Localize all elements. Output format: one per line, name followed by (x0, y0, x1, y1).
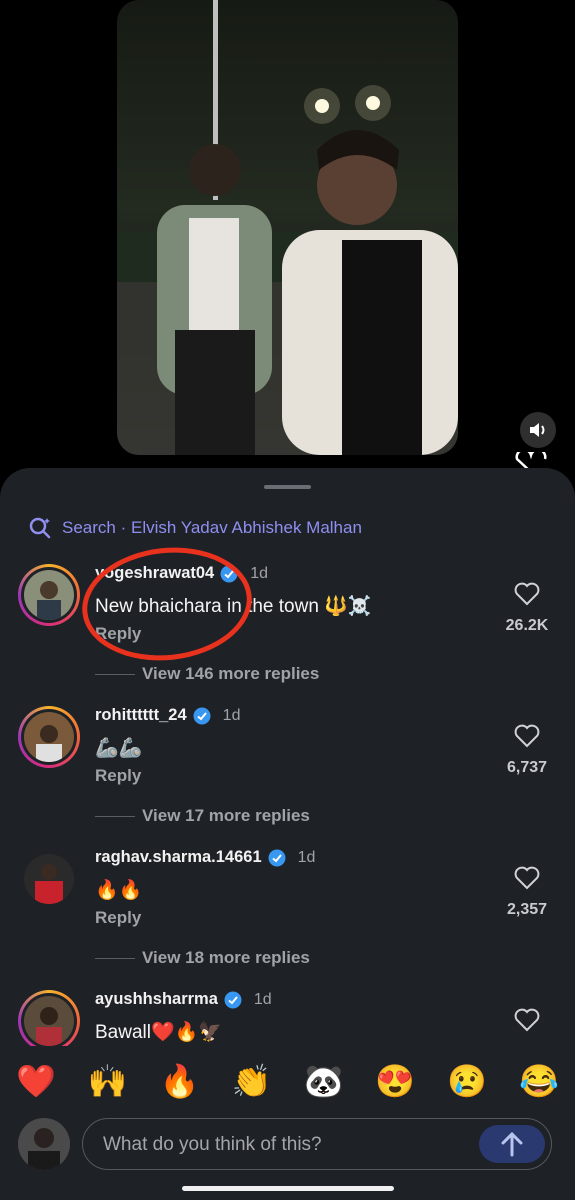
reel-video[interactable] (117, 0, 458, 455)
view-more-replies[interactable]: View 17 more replies (0, 804, 575, 828)
emoji-panda[interactable]: 🐼 (298, 1062, 348, 1100)
comment-time: 1d (297, 848, 316, 866)
verified-badge-icon (193, 707, 211, 724)
comment-input-placeholder: What do you think of this? (103, 1134, 322, 1155)
like-count: 26.2K (505, 617, 549, 634)
emoji-crying[interactable]: 😢 (442, 1062, 492, 1100)
quick-emoji-bar: ❤️ 🙌 🔥 👏 🐼 😍 😢 😂 (0, 1056, 575, 1106)
comment-like[interactable]: 6,737 (497, 724, 557, 777)
like-count: 2,357 (506, 901, 548, 918)
search-prefix: Search (62, 518, 116, 537)
comment-username[interactable]: raghav.sharma.14661 (95, 848, 262, 867)
heart-icon[interactable] (514, 866, 540, 890)
comment-composer: What do you think of this? (0, 1112, 575, 1176)
reply-button[interactable]: Reply (95, 908, 141, 928)
comment-time: 1d (253, 990, 272, 1008)
avatar[interactable] (18, 848, 80, 910)
avatar[interactable] (18, 564, 80, 626)
avatar-photo (24, 712, 74, 762)
emoji-clap[interactable]: 👏 (227, 1062, 277, 1100)
heart-icon[interactable] (514, 724, 540, 748)
heart-icon[interactable] (514, 1008, 540, 1032)
comment-like[interactable] (497, 1008, 557, 1037)
emoji-fire[interactable]: 🔥 (155, 1062, 205, 1100)
comment-item: ayushhsharrma 1d Bawall❤️🔥🦅 (0, 990, 575, 1046)
related-search-link[interactable]: Search · Elvish Yadav Abhishek Malhan (28, 516, 362, 540)
emoji-heart[interactable]: ❤️ (11, 1062, 61, 1100)
avatar-photo (24, 570, 74, 620)
reply-button[interactable]: Reply (95, 766, 141, 786)
like-count: 6,737 (506, 759, 548, 776)
avatar-photo (24, 854, 74, 904)
search-query: Elvish Yadav Abhishek Malhan (131, 518, 362, 537)
view-more-replies[interactable]: View 18 more replies (0, 946, 575, 970)
verified-badge-icon (268, 849, 286, 866)
emoji-laughing[interactable]: 😂 (514, 1062, 564, 1100)
mute-button[interactable] (520, 412, 556, 448)
comment-like[interactable]: 2,357 (497, 866, 557, 919)
send-button[interactable] (479, 1125, 545, 1163)
search-separator: · (120, 518, 127, 537)
comment-username[interactable]: rohitttttt_24 (95, 706, 187, 725)
comment-time: 1d (222, 706, 241, 724)
comment-text: 🦾🦾 (95, 738, 143, 759)
avatar[interactable] (18, 990, 80, 1046)
comment-like[interactable]: 26.2K (497, 582, 557, 635)
search-sparkle-icon (29, 517, 51, 539)
view-more-replies[interactable]: View 146 more replies (0, 662, 575, 686)
comment-text: Bawall❤️🔥🦅 (95, 1022, 222, 1043)
sheet-drag-handle[interactable] (264, 485, 311, 489)
verified-badge-icon (224, 991, 242, 1008)
comment-time: 1d (250, 564, 269, 582)
comment-text: 🔥🔥 (95, 880, 143, 901)
arrow-up-icon (501, 1132, 523, 1157)
emoji-heart-eyes[interactable]: 😍 (370, 1062, 420, 1100)
speaker-icon (530, 423, 545, 437)
comment-input[interactable]: What do you think of this? (82, 1118, 552, 1170)
comment-username[interactable]: ayushhsharrma (95, 990, 218, 1009)
heart-icon[interactable] (514, 582, 540, 606)
avatar-photo (24, 996, 74, 1046)
home-indicator[interactable] (182, 1186, 394, 1191)
avatar[interactable] (18, 706, 80, 768)
video-scene (117, 0, 458, 455)
reel-video-area[interactable] (0, 0, 575, 472)
emoji-raised-hands[interactable]: 🙌 (83, 1062, 133, 1100)
current-user-avatar (18, 1118, 70, 1170)
